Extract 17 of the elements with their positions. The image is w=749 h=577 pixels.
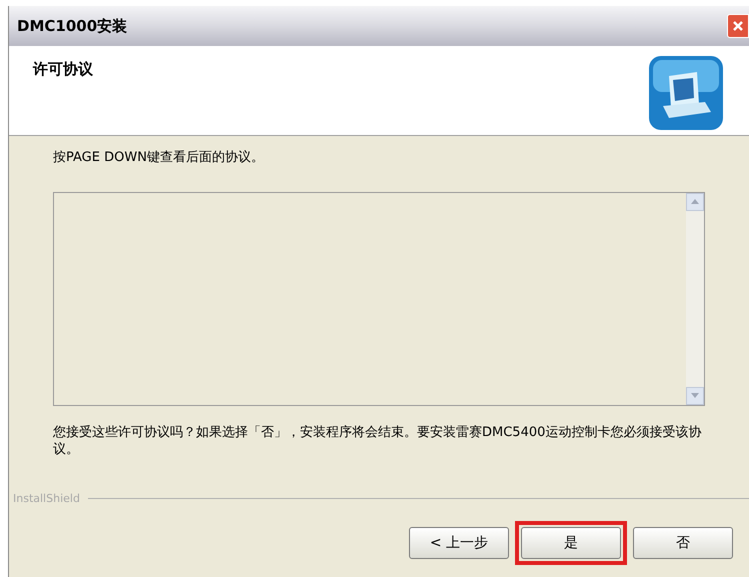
close-icon [732, 20, 744, 32]
instruction-text: 按PAGE DOWN键查看后面的协议。 [53, 149, 265, 167]
license-text-area[interactable] [53, 192, 705, 406]
question-text: 您接受这些许可协议吗？如果选择「否」，安装程序将会结束。要安装雷赛DMC5400运动控制卡您必须接受该协议。 [53, 424, 702, 458]
up-arrow-icon [691, 199, 699, 204]
header-title: 许可协议 [33, 59, 93, 80]
close-button[interactable] [727, 14, 749, 38]
dialog-button[interactable]: 否 [633, 527, 733, 559]
scrollbar[interactable] [686, 192, 704, 404]
brand-label: InstallShield [12, 490, 81, 506]
scroll-down-button[interactable] [686, 386, 704, 404]
dialog-button[interactable]: 是 [521, 527, 621, 559]
scroll-up-button[interactable] [686, 192, 704, 210]
computer-icon [647, 54, 725, 132]
down-arrow-icon [691, 393, 699, 398]
dialog-button[interactable]: < 上一步 [409, 527, 509, 559]
window-title: DMC1000安装 [17, 16, 128, 37]
